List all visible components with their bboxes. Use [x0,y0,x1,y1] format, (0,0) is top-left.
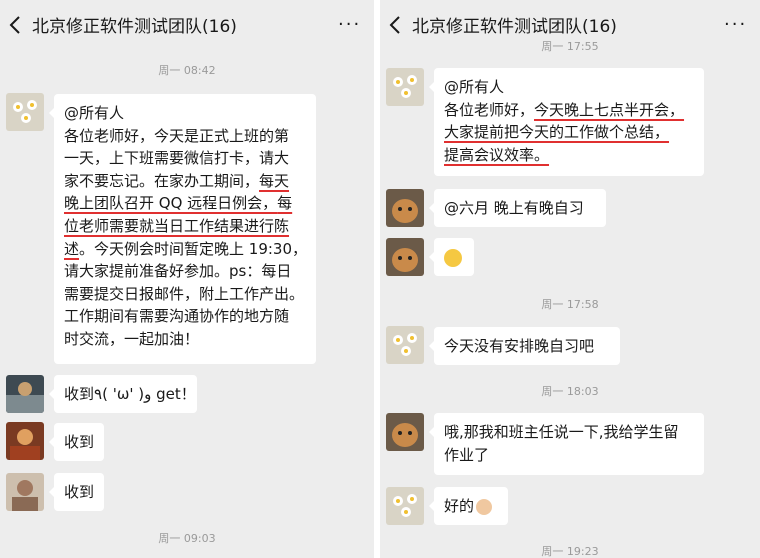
avatar[interactable] [386,68,424,106]
timestamp: 周一 18:03 [541,385,599,398]
message-bubble-emoji[interactable] [429,238,474,276]
message-line: 各位老师好，今天晚上七点半开会， [444,99,694,122]
ok-hand-emoji-icon [476,498,493,515]
message-line: 家不要忘记。在家办工期间，每天 [64,170,306,193]
message-bubble[interactable]: 收到٩( 'ω' )و get！ [49,375,197,413]
message-bubble[interactable]: 收到 [49,423,104,461]
message-line: 位老师需要就当日工作结果进行陈 [64,216,290,235]
underlined-text: 每天 [259,171,290,190]
person-avatar-icon [10,429,40,460]
avatar[interactable] [386,326,424,364]
timestamp: 周一 17:58 [541,298,599,311]
underlined-text: 述 [64,239,80,258]
underlined-text: 每 [277,194,293,213]
message-line: 一天，上下班需要微信打卡，请大 [64,149,290,168]
message-line: @所有人 [64,104,125,122]
message-bubble[interactable]: 好的 [429,487,508,525]
back-arrow-icon[interactable] [388,14,402,36]
message-text: 好的 [444,497,475,515]
message-line: 提高会议效率。 [444,145,550,164]
dog-avatar-icon [392,199,418,223]
message-line: 需要提交日报邮件，附上工作产出。 [64,284,305,303]
underlined-text: 今天晚上七点半开会， [534,100,685,119]
message-line: 请大家提前准备好参加。ps：每日 [64,262,292,281]
message-line: 大家提前把今天的工作做个总结， [444,123,670,142]
avatar[interactable] [6,422,44,460]
message-bubble[interactable]: 哦,那我和班主任说一下,我给学生留 作业了 [429,413,704,475]
message-line: 各位老师好，今天是正式上班的第 [64,126,290,145]
avatar[interactable] [386,413,424,451]
avatar[interactable] [6,375,44,413]
message-bubble-announcement[interactable]: @所有人 各位老师好，今天是正式上班的第 一天，上下班需要微信打卡，请大 家不要… [49,94,316,364]
message-line: 工作期间有需要沟通协作的地方随 [64,307,290,326]
daisy-avatar-icon [393,333,417,356]
message-line: 晚上团队召开 QQ 远程日例会，每 [64,192,306,215]
message-bubble[interactable]: 收到 [49,473,104,511]
underlined-text: 晚上团队召开 QQ 远程日例会， [64,194,278,213]
message-bubble[interactable]: @六月 晚上有晚自习 [429,189,606,227]
message-bubble-announcement[interactable]: @所有人 各位老师好，今天晚上七点半开会， 大家提前把今天的工作做个总结， 提高… [429,68,704,176]
daisy-avatar-icon [393,494,417,517]
timestamp: 周一 19:23 [541,545,599,558]
daisy-avatar-icon [393,75,417,98]
smile-emoji-icon [444,248,462,267]
dog-avatar-icon [392,248,418,272]
timestamp: 周一 09:03 [158,532,216,545]
timestamp: 周一 17:55 [541,40,599,53]
message-line: 述。今天例会时间暂定晚上 19:30， [64,238,308,261]
more-options-icon[interactable]: ··· [724,14,747,35]
message-line: @所有人 [444,78,505,96]
message-line: 作业了 [444,445,490,464]
chat-pane-left: 北京修正软件测试团队(16) ··· 周一 08:42 @所有人 各位老师好，今… [0,0,374,558]
message-line: 时交流，一起加油！ [64,329,200,348]
person-avatar-icon [12,480,38,511]
chat-title: 北京修正软件测试团队(16) [412,17,617,37]
daisy-avatar-icon [13,100,37,123]
avatar[interactable] [6,93,44,131]
message-text: 。今天例会时间暂定晚上 19:30， [79,239,308,258]
avatar[interactable] [386,487,424,525]
chat-pane-right: 北京修正软件测试团队(16) ··· 周一 17:55 @所有人 各位老师好，今… [380,0,760,558]
timestamp: 周一 08:42 [158,64,216,77]
avatar[interactable] [6,473,44,511]
more-options-icon[interactable]: ··· [338,14,361,35]
message-bubble[interactable]: 今天没有安排晚自习吧 [429,327,620,365]
message-line: 哦,那我和班主任说一下,我给学生留 [444,423,679,441]
back-arrow-icon[interactable] [8,14,22,36]
avatar[interactable] [386,238,424,276]
chat-header: 北京修正软件测试团队(16) ··· [0,0,374,50]
dog-avatar-icon [392,423,418,447]
avatar[interactable] [386,189,424,227]
message-text: 各位老师好， [444,100,535,119]
chat-title: 北京修正软件测试团队(16) [32,17,237,37]
message-text: 家不要忘记。在家办工期间， [64,171,260,190]
person-avatar-icon [6,382,44,413]
